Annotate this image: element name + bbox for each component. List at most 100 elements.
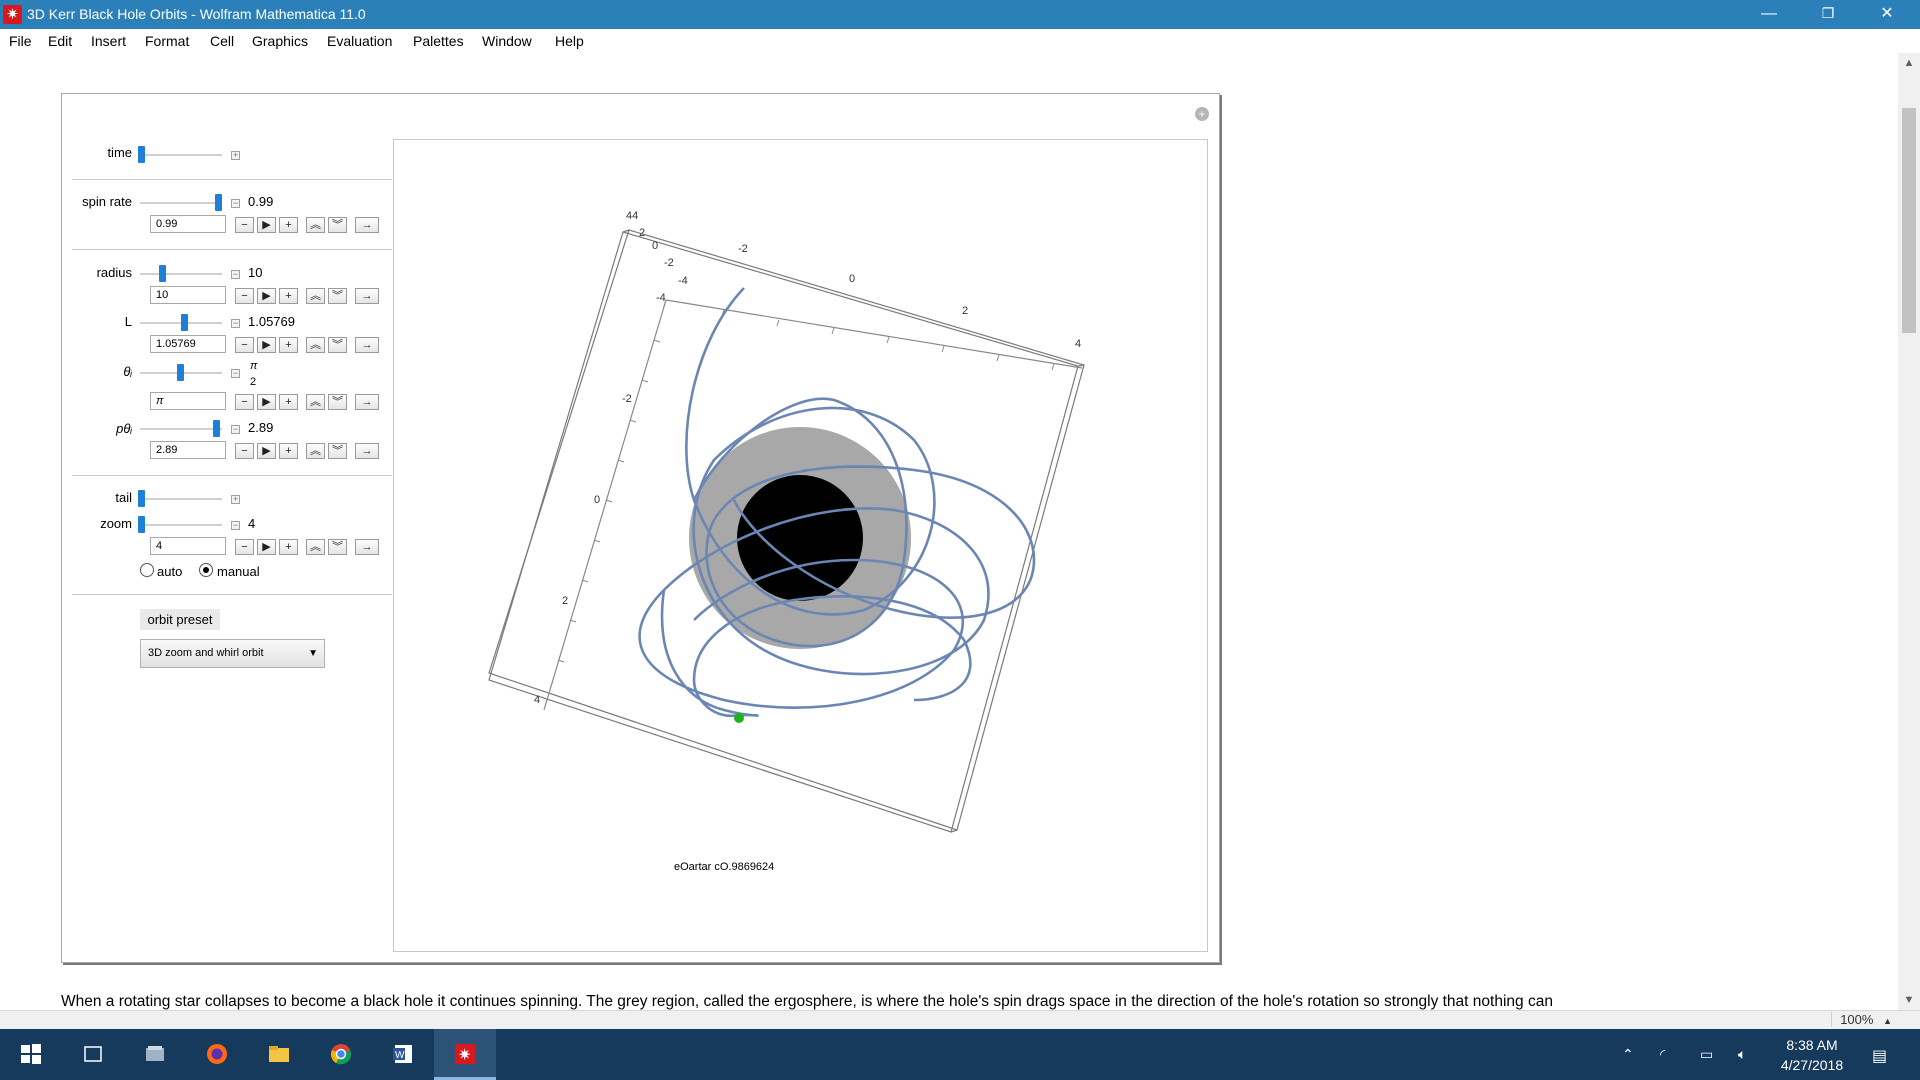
faster-button[interactable]: ︽: [306, 539, 325, 555]
radius-input[interactable]: 10: [150, 286, 226, 304]
L-input[interactable]: 1.05769: [150, 335, 226, 353]
p-theta-input[interactable]: 2.89: [150, 441, 226, 459]
taskbar-app-active[interactable]: ✷: [434, 1029, 496, 1080]
minimize-button[interactable]: —: [1740, 0, 1798, 29]
menu-file[interactable]: File: [9, 33, 32, 49]
decrement-button[interactable]: −: [235, 217, 254, 233]
decrement-button[interactable]: −: [235, 539, 254, 555]
time-slider-track[interactable]: [140, 154, 222, 156]
theta-collapse-icon[interactable]: −: [231, 369, 240, 378]
faster-button[interactable]: ︽: [306, 288, 325, 304]
panel-options-icon[interactable]: +: [1195, 107, 1209, 121]
direction-button[interactable]: →: [355, 394, 379, 410]
vertical-scrollbar[interactable]: ▲ ▼: [1898, 53, 1920, 1010]
taskbar-app[interactable]: [186, 1029, 248, 1080]
play-button[interactable]: ▶: [257, 288, 276, 304]
menu-palettes[interactable]: Palettes: [413, 33, 464, 49]
system-clock[interactable]: 8:38 AM 4/27/2018: [1764, 1035, 1860, 1075]
battery-icon[interactable]: ▭: [1700, 1046, 1713, 1063]
radius-collapse-icon[interactable]: −: [231, 270, 240, 279]
zoom-collapse-icon[interactable]: −: [231, 521, 240, 530]
chevron-up-icon[interactable]: ⌃: [1622, 1046, 1634, 1063]
decrement-button[interactable]: −: [235, 337, 254, 353]
direction-button[interactable]: →: [355, 337, 379, 353]
theta-input[interactable]: π: [150, 392, 226, 410]
L-slider-thumb[interactable]: [180, 314, 188, 331]
play-button[interactable]: ▶: [257, 539, 276, 555]
faster-button[interactable]: ︽: [306, 337, 325, 353]
p-theta-slider-track[interactable]: [140, 428, 222, 430]
spin-rate-collapse-icon[interactable]: −: [231, 199, 240, 208]
tail-slider-track[interactable]: [140, 498, 222, 500]
wifi-icon[interactable]: ◜: [1660, 1046, 1665, 1063]
time-slider-thumb[interactable]: [138, 146, 145, 163]
zoom-input[interactable]: 4: [150, 537, 226, 555]
scroll-down-icon[interactable]: ▼: [1898, 994, 1920, 1006]
slower-button[interactable]: ︾: [328, 394, 347, 410]
radius-slider-thumb[interactable]: [159, 265, 167, 282]
tail-expand-icon[interactable]: +: [231, 495, 240, 504]
orbit-graphics[interactable]: -2 0 2 4 -2 0 2 44 2 0 -2 -4 -4 4 eOarta…: [393, 139, 1208, 952]
menu-window[interactable]: Window: [482, 33, 532, 49]
increment-button[interactable]: +: [279, 217, 298, 233]
zoom-slider-thumb[interactable]: [138, 516, 145, 533]
increment-button[interactable]: +: [279, 539, 298, 555]
tail-slider-thumb[interactable]: [138, 490, 145, 507]
play-button[interactable]: ▶: [257, 443, 276, 459]
faster-button[interactable]: ︽: [306, 217, 325, 233]
close-button[interactable]: ✕: [1858, 0, 1916, 29]
increment-button[interactable]: +: [279, 337, 298, 353]
direction-button[interactable]: →: [355, 288, 379, 304]
p-theta-slider-thumb[interactable]: [212, 420, 220, 437]
p-theta-collapse-icon[interactable]: −: [231, 425, 240, 434]
play-button[interactable]: ▶: [257, 394, 276, 410]
zoom-manual-radio[interactable]: [199, 563, 213, 577]
zoom-level-control[interactable]: 100% ▲: [1831, 1012, 1892, 1027]
menu-cell[interactable]: Cell: [210, 33, 234, 49]
direction-button[interactable]: →: [355, 539, 379, 555]
menu-graphics[interactable]: Graphics: [252, 33, 308, 49]
taskbar-app[interactable]: W: [372, 1029, 434, 1080]
menu-help[interactable]: Help: [555, 33, 584, 49]
increment-button[interactable]: +: [279, 394, 298, 410]
orbit-plot-svg[interactable]: -2 0 2 4 -2 0 2 44 2 0 -2 -4 -4 4 eOarta…: [394, 140, 1207, 951]
menu-insert[interactable]: Insert: [91, 33, 126, 49]
zoom-auto-radio[interactable]: [140, 563, 154, 577]
play-button[interactable]: ▶: [257, 337, 276, 353]
faster-button[interactable]: ︽: [306, 443, 325, 459]
volume-icon[interactable]: 🔈︎: [1738, 1046, 1746, 1063]
spin-rate-slider-track[interactable]: [140, 202, 222, 204]
start-button[interactable]: [0, 1029, 62, 1080]
direction-button[interactable]: →: [355, 443, 379, 459]
spin-rate-slider-thumb[interactable]: [215, 194, 223, 211]
play-button[interactable]: ▶: [257, 217, 276, 233]
theta-slider-thumb[interactable]: [177, 364, 184, 381]
slower-button[interactable]: ︾: [328, 288, 347, 304]
slower-button[interactable]: ︾: [328, 337, 347, 353]
notification-icon[interactable]: ▤: [1872, 1046, 1887, 1066]
slower-button[interactable]: ︾: [328, 539, 347, 555]
slower-button[interactable]: ︾: [328, 217, 347, 233]
L-collapse-icon[interactable]: −: [231, 319, 240, 328]
taskbar-app[interactable]: [248, 1029, 310, 1080]
task-view-button[interactable]: [62, 1029, 124, 1080]
direction-button[interactable]: →: [355, 217, 379, 233]
increment-button[interactable]: +: [279, 288, 298, 304]
menu-evaluation[interactable]: Evaluation: [327, 33, 392, 49]
scrollbar-thumb[interactable]: [1902, 108, 1916, 333]
menu-format[interactable]: Format: [145, 33, 189, 49]
radius-slider-track[interactable]: [140, 273, 222, 275]
decrement-button[interactable]: −: [235, 288, 254, 304]
taskbar-app[interactable]: [124, 1029, 186, 1080]
decrement-button[interactable]: −: [235, 394, 254, 410]
orbit-preset-dropdown[interactable]: 3D zoom and whirl orbit ▼: [140, 639, 325, 668]
time-expand-icon[interactable]: +: [231, 151, 240, 160]
increment-button[interactable]: +: [279, 443, 298, 459]
faster-button[interactable]: ︽: [306, 394, 325, 410]
menu-edit[interactable]: Edit: [48, 33, 72, 49]
decrement-button[interactable]: −: [235, 443, 254, 459]
zoom-slider-track[interactable]: [140, 524, 222, 526]
restore-button[interactable]: ❐: [1799, 0, 1857, 29]
taskbar-app[interactable]: [310, 1029, 372, 1080]
scroll-up-icon[interactable]: ▲: [1898, 57, 1920, 69]
